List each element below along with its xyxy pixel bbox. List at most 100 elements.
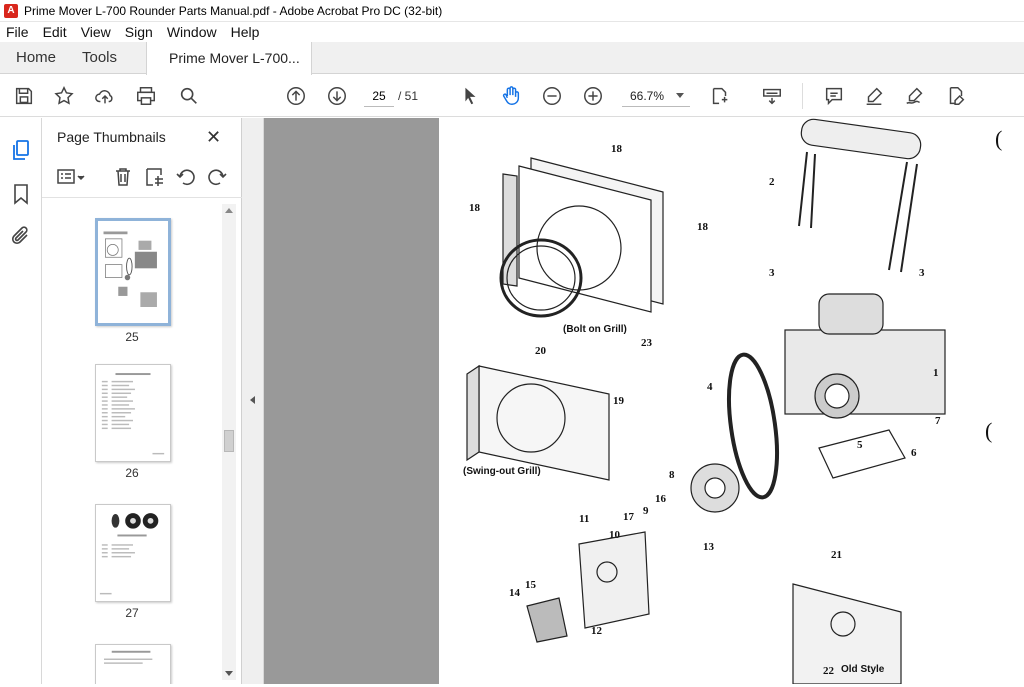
thumbnail-image xyxy=(95,504,171,602)
thumbnail-page-28[interactable] xyxy=(90,644,174,684)
callout-14: 14 xyxy=(509,587,521,599)
rotate-left-icon[interactable] xyxy=(175,166,197,188)
close-icon[interactable]: ✕ xyxy=(206,127,221,148)
chevron-down-icon[interactable] xyxy=(676,93,684,98)
page-total: / 51 xyxy=(398,89,419,103)
previous-page-icon[interactable] xyxy=(284,84,308,108)
toolbar-divider xyxy=(802,83,803,109)
thumbnail-image xyxy=(95,644,171,684)
tab-home[interactable]: Home xyxy=(16,42,56,74)
callout-4: 4 xyxy=(707,381,713,393)
keyboard-scroll-icon[interactable] xyxy=(760,84,784,108)
zoom-level-value: 66.7% xyxy=(630,89,665,103)
scrollbar-thumb[interactable] xyxy=(224,430,234,452)
callout-13: 13 xyxy=(703,541,715,553)
thumbnail-page-26[interactable]: 26 xyxy=(90,364,174,480)
window-title: Prime Mover L-700 Rounder Parts Manual.p… xyxy=(24,3,443,18)
zoom-out-icon[interactable] xyxy=(540,84,564,108)
attachments-icon[interactable] xyxy=(9,224,33,248)
extract-page-icon[interactable] xyxy=(144,166,166,188)
collapse-panel-arrow-icon[interactable] xyxy=(250,396,255,404)
left-navigation-rail xyxy=(0,118,42,684)
tab-document[interactable]: Prime Mover L-700... xyxy=(146,42,312,75)
callout-2: 2 xyxy=(769,176,775,188)
callout-10: 10 xyxy=(609,529,621,541)
tab-bar: Home Tools Prime Mover L-700... xyxy=(0,42,1024,75)
exploded-parts-diagram: 18 18 18 2 3 3 1 7 5 6 4 8 16 9 17 10 11… xyxy=(463,118,1002,685)
callout-5: 5 xyxy=(857,439,863,451)
menu-sign[interactable]: Sign xyxy=(125,24,153,40)
callout-12: 12 xyxy=(591,625,603,637)
thumbnail-label: 26 xyxy=(125,466,139,480)
document-view[interactable]: 18 18 18 2 3 3 1 7 5 6 4 8 16 9 17 10 11… xyxy=(264,118,1024,685)
callout-8: 8 xyxy=(669,469,675,481)
binder-hole-mark: ( xyxy=(995,126,1002,151)
bookmarks-icon[interactable] xyxy=(9,182,33,206)
rotate-right-icon[interactable] xyxy=(206,166,228,188)
caption-swing-out-grill: (Swing-out Grill) xyxy=(463,466,541,477)
next-page-icon[interactable] xyxy=(325,84,349,108)
menu-bar: File Edit View Sign Window Help xyxy=(0,22,1024,42)
binder-hole-mark: ( xyxy=(985,418,992,443)
comment-icon[interactable] xyxy=(822,84,846,108)
callout-9: 9 xyxy=(643,505,649,517)
bookmark-star-icon[interactable] xyxy=(52,84,76,108)
thumbnail-page-25[interactable]: 25 xyxy=(90,218,174,344)
save-icon[interactable] xyxy=(12,84,36,108)
thumbnail-list: 25 26 27 xyxy=(42,204,228,684)
main-toolbar: / 51 66.7% xyxy=(0,75,1024,117)
callout-18-right: 18 xyxy=(697,221,709,233)
scroll-down-arrow-icon[interactable] xyxy=(225,671,233,676)
menu-file[interactable]: File xyxy=(6,24,29,40)
callout-1: 1 xyxy=(933,367,939,379)
page-fit-icon[interactable] xyxy=(708,84,732,108)
tab-tools[interactable]: Tools xyxy=(82,42,117,74)
pdf-page: 18 18 18 2 3 3 1 7 5 6 4 8 16 9 17 10 11… xyxy=(439,118,1024,685)
menu-window[interactable]: Window xyxy=(167,24,217,40)
panel-collapse-strip[interactable] xyxy=(242,118,264,684)
thumbnail-image xyxy=(95,218,171,326)
upload-cloud-icon[interactable] xyxy=(93,84,117,108)
acrobat-app-icon: A xyxy=(4,3,18,18)
callout-18-left: 18 xyxy=(469,202,481,214)
page-thumbnails-icon[interactable] xyxy=(9,138,33,162)
callout-23: 23 xyxy=(641,337,653,349)
page-number-input[interactable] xyxy=(364,85,394,107)
menu-help[interactable]: Help xyxy=(231,24,260,40)
draw-signature-icon[interactable] xyxy=(903,84,927,108)
menu-view[interactable]: View xyxy=(81,24,111,40)
callout-11: 11 xyxy=(579,513,589,525)
scroll-up-arrow-icon[interactable] xyxy=(225,208,233,213)
callout-21: 21 xyxy=(831,549,842,561)
tab-document-label: Prime Mover L-700... xyxy=(169,50,300,66)
print-icon[interactable] xyxy=(134,84,158,108)
callout-22: 22 xyxy=(823,665,835,677)
page-thumbnails-panel: Page Thumbnails ✕ 25 26 27 xyxy=(42,118,242,684)
search-icon[interactable] xyxy=(177,84,201,108)
thumbnail-image xyxy=(95,364,171,462)
callout-16: 16 xyxy=(655,493,667,505)
delete-page-icon[interactable] xyxy=(112,166,134,188)
callout-15: 15 xyxy=(525,579,537,591)
caption-old-style: Old Style xyxy=(841,664,885,675)
callout-3-left: 3 xyxy=(769,267,775,279)
thumbnail-scrollbar[interactable] xyxy=(222,204,236,680)
callout-18-top: 18 xyxy=(611,143,623,155)
options-menu-icon[interactable] xyxy=(56,166,86,188)
callout-7: 7 xyxy=(935,415,941,427)
highlight-pen-icon[interactable] xyxy=(862,84,886,108)
panel-title: Page Thumbnails xyxy=(57,129,166,145)
hand-tool-icon[interactable] xyxy=(499,84,523,108)
fill-sign-icon[interactable] xyxy=(944,84,968,108)
thumbnail-label: 25 xyxy=(125,330,139,344)
callout-17: 17 xyxy=(623,511,635,523)
thumbnail-label: 27 xyxy=(125,606,139,620)
menu-edit[interactable]: Edit xyxy=(43,24,67,40)
zoom-in-icon[interactable] xyxy=(581,84,605,108)
thumbnail-page-27[interactable]: 27 xyxy=(90,504,174,620)
select-cursor-icon[interactable] xyxy=(458,84,482,108)
callout-20: 20 xyxy=(535,345,547,357)
thumbnail-tools xyxy=(42,158,242,198)
callout-3-right: 3 xyxy=(919,267,925,279)
window-titlebar: A Prime Mover L-700 Rounder Parts Manual… xyxy=(0,0,1024,22)
